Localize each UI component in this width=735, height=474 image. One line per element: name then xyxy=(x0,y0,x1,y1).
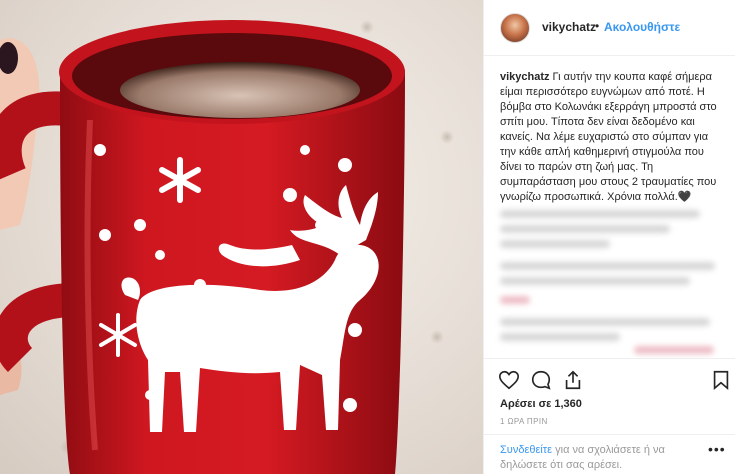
caption-username[interactable]: vikychatz xyxy=(500,71,550,83)
bookmark-icon[interactable] xyxy=(710,369,732,391)
more-options-icon[interactable]: ••• xyxy=(708,441,726,457)
separator-dot: • xyxy=(595,19,600,33)
comment-login-box: Συνδεθείτε για να σχολιάσετε ή να δηλώσε… xyxy=(484,434,735,474)
heart-icon[interactable] xyxy=(498,369,520,391)
post-sidebar: vikychatz • Ακολουθήστε vikychatz Γι αυτή… xyxy=(483,0,735,474)
comment-icon[interactable] xyxy=(530,369,552,391)
author-username[interactable]: vikychatz xyxy=(542,20,596,34)
avatar[interactable] xyxy=(500,13,530,43)
share-icon[interactable] xyxy=(562,369,584,391)
follow-button[interactable]: Ακολουθήστε xyxy=(604,20,680,34)
caption-text: Γι αυτήν την κουπα καφέ σήμερα είμαι περ… xyxy=(500,71,717,203)
post-timestamp[interactable]: 1 ΩΡΑ ΠΡΙΝ xyxy=(500,417,548,426)
coffee-foam xyxy=(120,62,360,118)
post-caption: vikychatz Γι αυτήν την κουπα καφέ σήμερα … xyxy=(500,70,722,205)
post-photo[interactable] xyxy=(0,0,483,474)
login-link[interactable]: Συνδεθείτε xyxy=(500,444,552,456)
likes-count[interactable]: Αρέσει σε 1,360 xyxy=(500,398,582,410)
post-header: vikychatz • Ακολουθήστε xyxy=(484,0,735,56)
action-bar xyxy=(484,358,735,398)
mug-illustration xyxy=(0,20,405,474)
login-prompt: Συνδεθείτε για να σχολιάσετε ή να δηλώσε… xyxy=(500,443,690,473)
